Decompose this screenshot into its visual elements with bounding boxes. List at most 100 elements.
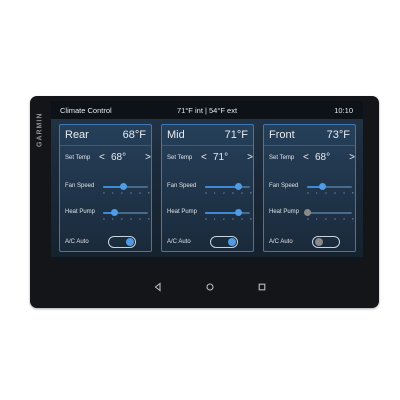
set-temp-value: 68° [315,152,331,163]
ac-auto-label: A/C Auto [269,239,293,245]
ac-auto-toggle[interactable] [312,236,340,248]
recents-icon[interactable] [256,280,268,292]
tick-label: 5 [352,191,354,195]
set-temp-value: 68° [111,152,127,163]
tick-label: 4 [241,217,243,221]
zone-panel-front: Front 73°F Set Temp < 68° > Fan Speed 0 1… [263,124,356,252]
heat-pump-label: Heat Pump [167,209,198,215]
fan-speed-label: Fan Speed [269,183,299,189]
set-temp-label: Set Temp [167,155,193,161]
zone-current-temp: 68°F [122,129,146,141]
tick-label: 2 [121,217,123,221]
brand-logo: GARMIN [36,112,44,148]
zone-current-temp: 73°F [326,129,350,141]
divider [60,145,151,146]
tick-label: 0 [205,191,207,195]
tick-label: 3 [334,191,336,195]
tick-label: 5 [352,217,354,221]
heat-pump-label: Heat Pump [65,209,96,215]
tick-label: 1 [214,191,216,195]
set-temp-label: Set Temp [65,155,91,161]
back-icon[interactable] [152,280,164,292]
slider-ticks: 0 1 2 3 4 5 [205,191,252,195]
fan-speed-slider[interactable]: 0 1 2 3 4 5 [103,183,150,195]
tick-label: 0 [103,217,105,221]
ac-auto-toggle[interactable] [108,236,136,248]
decrease-button[interactable]: < [303,152,309,163]
heat-pump-slider[interactable]: 0 1 2 3 4 5 [303,209,354,221]
increase-button[interactable]: > [145,152,151,163]
tick-label: 4 [139,191,141,195]
ac-auto-toggle[interactable] [210,236,238,248]
increase-button[interactable]: > [349,152,355,163]
zone-name: Rear [65,129,89,141]
zone-name: Front [269,129,295,141]
zone-current-temp: 71°F [224,129,248,141]
screen: Climate Control 71°F int | 54°F ext 10:1… [51,101,363,261]
slider-knob[interactable] [235,183,243,190]
divider [264,145,355,146]
fan-speed-label: Fan Speed [167,183,197,189]
temperature-readout: 71°F int | 54°F ext [176,106,238,115]
slider-knob[interactable] [319,183,327,190]
ac-auto-label: A/C Auto [65,239,89,245]
fan-speed-slider[interactable]: 0 1 2 3 4 5 [205,183,252,195]
tick-label: 2 [325,191,327,195]
set-temp-stepper: < 68° > [99,152,151,164]
decrease-button[interactable]: < [99,152,105,163]
tick-label: 5 [250,191,252,195]
increase-button[interactable]: > [247,152,253,163]
tick-label: 1 [316,217,318,221]
clock: 10:10 [334,106,353,115]
zone-panel-mid: Mid 71°F Set Temp < 71° > Fan Speed 0 1 2 3… [161,124,254,252]
set-temp-stepper: < 71° > [201,152,253,164]
tick-label: 2 [223,191,225,195]
tick-label: 4 [343,191,345,195]
tick-label: 0 [103,191,105,195]
tick-label: 1 [112,191,114,195]
tick-label: 3 [334,217,336,221]
slider-knob[interactable] [119,183,127,190]
tick-label: 0 [307,191,309,195]
tick-label: 5 [148,217,150,221]
tick-label: 5 [250,217,252,221]
slider-knob[interactable] [235,209,243,216]
set-temp-stepper: < 68° > [303,152,355,164]
set-temp-value: 71° [213,152,229,163]
heat-pump-slider[interactable]: 0 1 2 3 4 5 [103,209,150,221]
heat-pump-slider[interactable]: 0 1 2 3 4 5 [205,209,252,221]
status-bar: Climate Control 71°F int | 54°F ext 10:1… [51,101,363,119]
slider-ticks: 0 1 2 3 4 5 [103,217,150,221]
tick-label: 4 [241,191,243,195]
divider [162,145,253,146]
decrease-button[interactable]: < [201,152,207,163]
ac-auto-label: A/C Auto [167,239,191,245]
tick-label: 4 [343,217,345,221]
home-circle-icon[interactable] [204,280,216,292]
heat-pump-label: Heat Pump [269,209,300,215]
tick-label: 0 [205,217,207,221]
tick-label: 2 [325,217,327,221]
slider-knob[interactable] [110,209,118,216]
tick-label: 4 [139,217,141,221]
slider-ticks: 0 1 2 3 4 5 [307,191,354,195]
tick-label: 5 [148,191,150,195]
tick-label: 1 [214,217,216,221]
fan-speed-label: Fan Speed [65,183,95,189]
tick-label: 3 [232,217,234,221]
tick-label: 3 [130,217,132,221]
tick-label: 1 [112,217,114,221]
system-nav-bar [51,277,363,295]
zone-name: Mid [167,129,185,141]
tab-bar [51,257,363,261]
slider-ticks: 0 1 2 3 4 5 [307,217,354,221]
slider-knob[interactable] [303,209,311,216]
tick-label: 3 [232,191,234,195]
slider-ticks: 0 1 2 3 4 5 [103,191,150,195]
fan-speed-slider[interactable]: 0 1 2 3 4 5 [307,183,354,195]
tick-label: 1 [316,191,318,195]
slider-ticks: 0 1 2 3 4 5 [205,217,252,221]
tick-label: 2 [121,191,123,195]
tick-label: 3 [130,191,132,195]
tick-label: 2 [223,217,225,221]
